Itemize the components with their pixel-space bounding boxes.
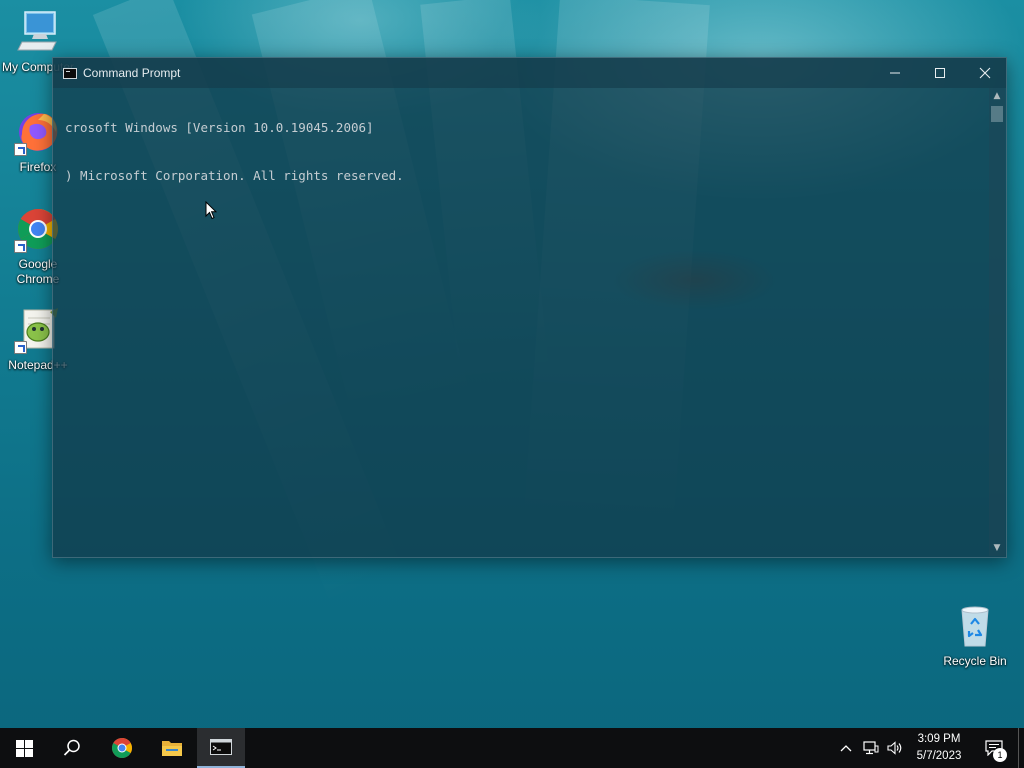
clock-time: 3:09 PM: [917, 733, 961, 745]
recycle-bin-icon: [951, 602, 999, 650]
scroll-thumb[interactable]: [991, 106, 1003, 122]
minimize-button[interactable]: [872, 58, 918, 88]
show-hidden-icons-button[interactable]: [836, 728, 856, 768]
vertical-scrollbar[interactable]: ▲ ▼: [989, 88, 1005, 556]
taskbar-file-explorer-button[interactable]: [148, 728, 196, 768]
taskbar-clock[interactable]: 3:09 PM 5/7/2023: [906, 731, 972, 765]
maximize-button[interactable]: [917, 58, 963, 88]
close-icon: [979, 67, 991, 79]
scroll-up-icon[interactable]: ▲: [989, 88, 1005, 104]
network-button[interactable]: [860, 728, 882, 768]
desktop-icon-label: Firefox: [19, 160, 57, 174]
scroll-down-icon[interactable]: ▼: [989, 540, 1005, 556]
taskbar-chrome-button[interactable]: [98, 728, 146, 768]
console-output[interactable]: crosoft Windows [Version 10.0.19045.2006…: [65, 88, 990, 556]
desktop-icon-recycle-bin[interactable]: Recycle Bin: [937, 602, 1013, 669]
taskbar: 3:09 PM 5/7/2023 1: [0, 728, 1024, 768]
chevron-up-icon: [840, 745, 852, 752]
window-title: Command Prompt: [83, 66, 181, 80]
clock-date: 5/7/2023: [916, 750, 962, 762]
search-button[interactable]: [48, 728, 96, 768]
maximize-icon: [935, 68, 945, 78]
chrome-icon: [112, 738, 132, 758]
cmd-app-icon: [63, 67, 77, 79]
taskbar-command-prompt-button[interactable]: [197, 728, 245, 768]
close-button[interactable]: [962, 58, 1008, 88]
desktop: My Computer Firefox Google Chrome Notepa…: [0, 0, 1024, 728]
windows-logo-icon: [15, 739, 33, 757]
speaker-icon: [887, 741, 902, 755]
command-prompt-window[interactable]: Command Prompt crosoft Windows [Version …: [52, 57, 1007, 558]
desktop-icon-label: Recycle Bin: [943, 654, 1007, 668]
folder-icon: [162, 741, 182, 756]
action-center-button[interactable]: 1: [978, 728, 1010, 768]
search-icon: [63, 739, 80, 756]
volume-button[interactable]: [884, 728, 906, 768]
network-icon: [863, 741, 879, 755]
show-desktop-button[interactable]: [1018, 728, 1019, 768]
start-button[interactable]: [0, 728, 48, 768]
shortcut-arrow-icon: [14, 341, 27, 354]
console-line: ) Microsoft Corporation. All rights rese…: [65, 168, 404, 183]
window-titlebar[interactable]: Command Prompt: [53, 58, 1006, 88]
shortcut-arrow-icon: [14, 143, 27, 156]
mouse-cursor-icon: [205, 201, 217, 220]
minimize-icon: [890, 72, 900, 74]
computer-icon: [14, 8, 62, 56]
notification-badge: 1: [993, 748, 1007, 762]
cmd-app-icon: [210, 739, 232, 755]
shortcut-arrow-icon: [14, 240, 27, 253]
console-line: crosoft Windows [Version 10.0.19045.2006…: [65, 120, 374, 135]
